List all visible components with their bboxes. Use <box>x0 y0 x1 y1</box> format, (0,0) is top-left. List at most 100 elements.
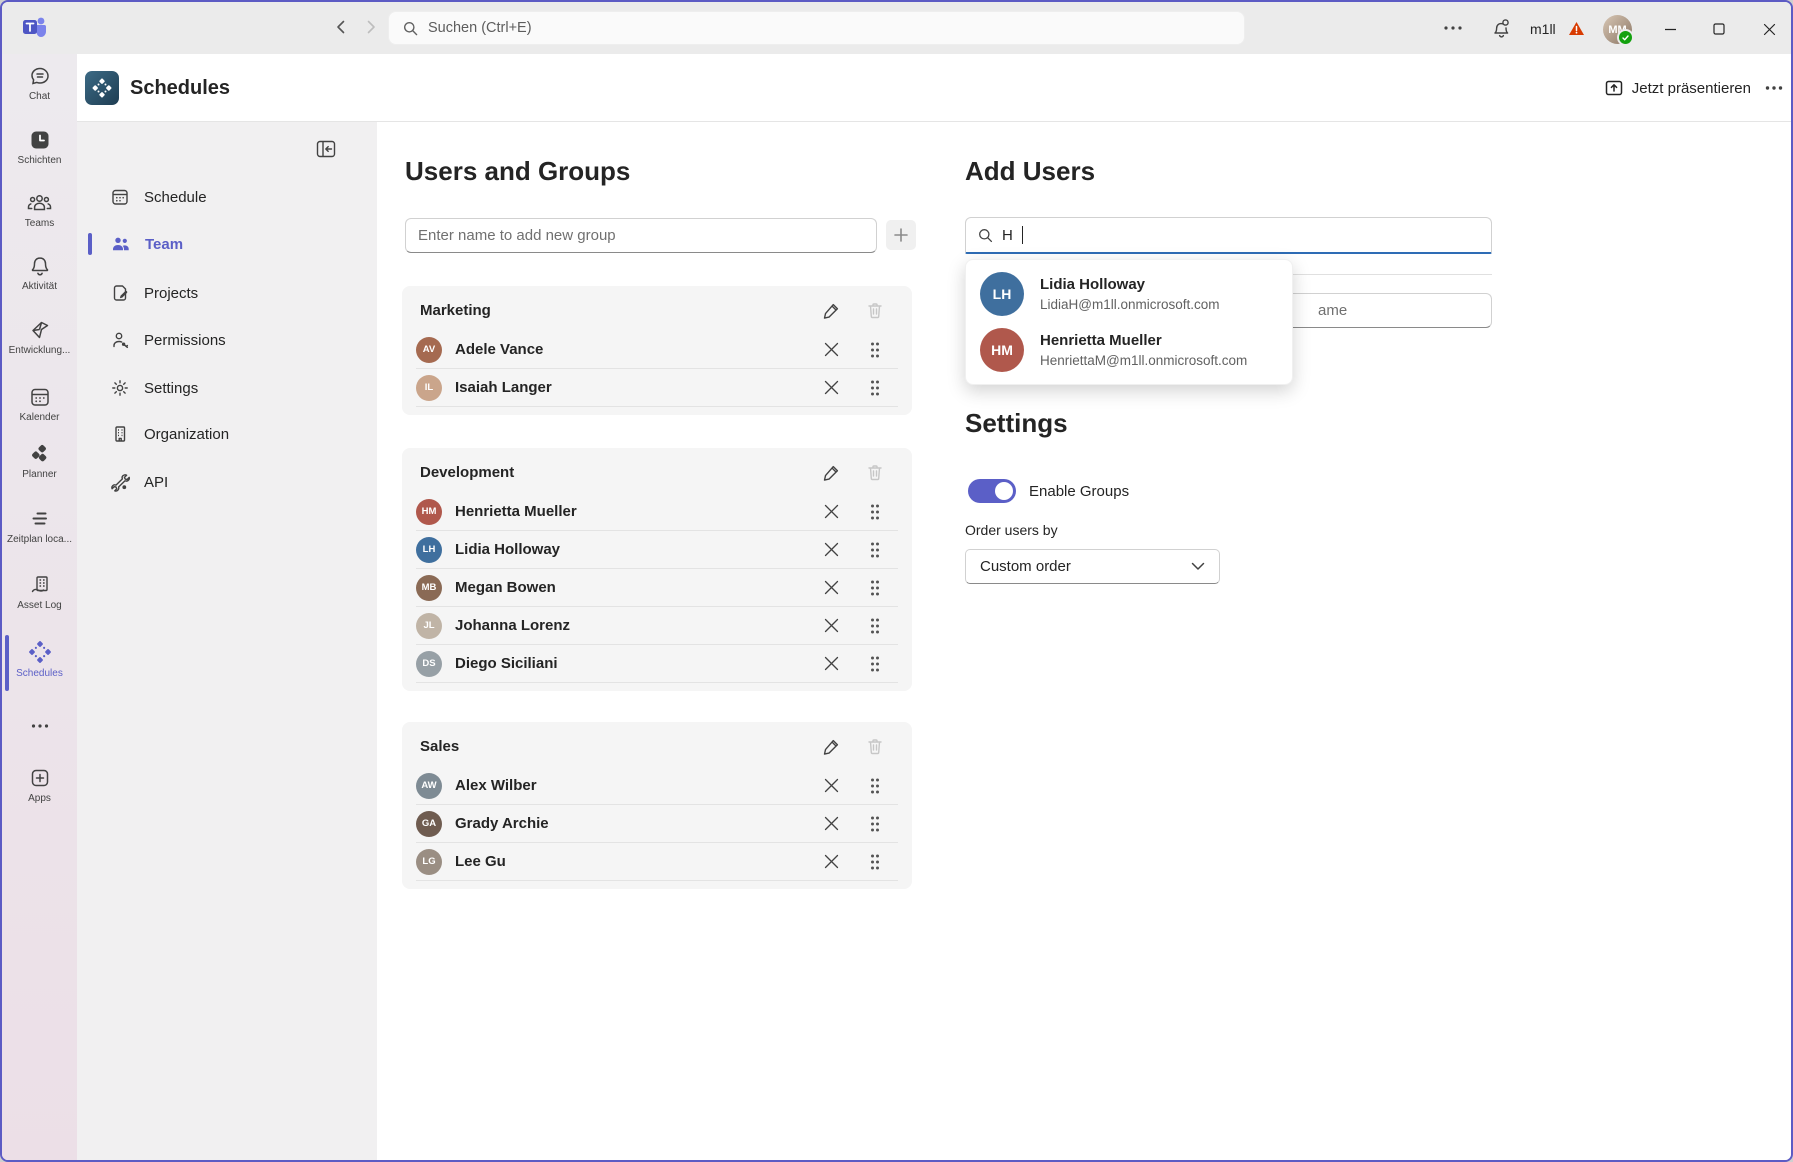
rail-item-schedules[interactable]: Schedules <box>2 639 77 679</box>
delete-group-icon[interactable] <box>864 300 886 322</box>
rail-item-chat[interactable]: Chat <box>2 64 77 102</box>
drag-handle-icon[interactable] <box>864 377 886 399</box>
remove-member-icon[interactable] <box>820 539 842 561</box>
member-row: LH Lidia Holloway <box>416 531 898 569</box>
order-users-select[interactable]: Custom order <box>965 549 1220 584</box>
org-badge[interactable]: m1ll <box>1530 21 1556 37</box>
forward-arrow-icon[interactable] <box>362 18 380 36</box>
chevron-down-icon <box>1191 562 1205 571</box>
page-title: Schedules <box>130 54 230 122</box>
gear-icon <box>110 378 130 398</box>
add-group-button[interactable] <box>886 220 916 250</box>
maximize-button[interactable] <box>1704 14 1734 44</box>
remove-member-icon[interactable] <box>820 813 842 835</box>
remove-member-icon[interactable] <box>820 851 842 873</box>
edit-group-icon[interactable] <box>820 300 842 322</box>
drag-handle-icon[interactable] <box>864 615 886 637</box>
member-row: LG Lee Gu <box>416 843 898 881</box>
sidebar-item-api[interactable]: API <box>77 462 377 502</box>
order-users-label: Order users by <box>965 522 1058 538</box>
edit-group-icon[interactable] <box>820 462 842 484</box>
sidebar-item-schedule[interactable]: Schedule <box>77 177 377 217</box>
drag-handle-icon[interactable] <box>864 339 886 361</box>
avatar: HM <box>416 499 442 525</box>
schedule-icon <box>110 187 130 207</box>
drag-handle-icon[interactable] <box>864 851 886 873</box>
delete-group-icon[interactable] <box>864 736 886 758</box>
calendar-icon <box>28 385 52 409</box>
drag-handle-icon[interactable] <box>864 501 886 523</box>
header-more-icon[interactable] <box>1765 54 1783 122</box>
remove-member-icon[interactable] <box>820 615 842 637</box>
user-suggestions-dropdown: LH Lidia Holloway LidiaH@m1ll.onmicrosof… <box>965 259 1293 385</box>
drag-handle-icon[interactable] <box>864 539 886 561</box>
sidebar-item-permissions[interactable]: Permissions <box>77 320 377 360</box>
rail-item-zeitplan[interactable]: Zeitplan loca... <box>2 507 77 545</box>
search-input[interactable]: Suchen (Ctrl+E) <box>388 11 1245 45</box>
users-groups-title: Users and Groups <box>405 156 630 187</box>
present-now-button[interactable]: Jetzt präsentieren <box>1604 54 1751 122</box>
schedules-icon <box>27 639 53 665</box>
sidebar-item-projects[interactable]: Projects <box>77 273 377 313</box>
rail-more-icon[interactable] <box>2 722 77 730</box>
rail-item-teams[interactable]: Teams <box>2 191 77 229</box>
search-query: H <box>1002 227 1013 244</box>
rail-item-schichten[interactable]: Schichten <box>2 128 77 166</box>
app-rail: Chat Schichten Teams Aktivität Entwicklu… <box>2 54 77 1160</box>
group-card-development: Development HM Henrietta Mueller LH Lidi… <box>402 448 912 691</box>
group-name: Development <box>420 464 820 481</box>
back-arrow-icon[interactable] <box>332 18 350 36</box>
enable-groups-toggle[interactable] <box>968 479 1016 503</box>
shifts-icon <box>28 128 52 152</box>
drag-handle-icon[interactable] <box>864 813 886 835</box>
drag-handle-icon[interactable] <box>864 577 886 599</box>
avatar: JL <box>416 613 442 639</box>
rail-item-asset-log[interactable]: Asset Log <box>2 573 77 611</box>
drag-handle-icon[interactable] <box>864 653 886 675</box>
rail-item-entwicklung[interactable]: Entwicklung... <box>2 318 77 356</box>
sidebar-item-team[interactable]: Team <box>77 224 377 264</box>
presence-available-icon <box>1617 29 1634 46</box>
permissions-icon <box>110 330 130 350</box>
avatar: HM <box>980 328 1024 372</box>
suggestion-item[interactable]: HM Henrietta Mueller HenriettaM@m1ll.onm… <box>966 322 1292 378</box>
delete-group-icon[interactable] <box>864 462 886 484</box>
add-user-search-input[interactable]: H <box>965 217 1492 254</box>
remove-member-icon[interactable] <box>820 339 842 361</box>
remove-member-icon[interactable] <box>820 653 842 675</box>
remove-member-icon[interactable] <box>820 775 842 797</box>
rail-item-aktivitaet[interactable]: Aktivität <box>2 254 77 292</box>
chat-icon <box>28 64 52 88</box>
close-button[interactable] <box>1754 14 1784 44</box>
search-icon <box>978 228 993 243</box>
suggestion-item[interactable]: LH Lidia Holloway LidiaH@m1ll.onmicrosof… <box>966 266 1292 322</box>
sidebar-item-organization[interactable]: Organization <box>77 414 377 454</box>
timeline-icon <box>28 507 52 531</box>
edit-group-icon[interactable] <box>820 736 842 758</box>
titlebar-more-icon[interactable] <box>1443 23 1463 33</box>
avatar: LG <box>416 849 442 875</box>
member-row: GA Grady Archie <box>416 805 898 843</box>
rail-item-apps[interactable]: Apps <box>2 766 77 804</box>
remove-member-icon[interactable] <box>820 377 842 399</box>
minimize-button[interactable] <box>1655 14 1685 44</box>
rail-item-kalender[interactable]: Kalender <box>2 385 77 423</box>
settings-title: Settings <box>965 408 1068 439</box>
avatar: AV <box>416 337 442 363</box>
teams-people-icon <box>27 191 52 215</box>
add-group-input[interactable] <box>405 218 877 253</box>
drag-handle-icon[interactable] <box>864 775 886 797</box>
avatar[interactable]: MM <box>1603 15 1632 44</box>
rail-item-planner[interactable]: Planner <box>2 442 77 480</box>
warning-icon[interactable] <box>1568 21 1585 36</box>
avatar: DS <box>416 651 442 677</box>
alert-bell-icon[interactable] <box>1490 17 1512 39</box>
remove-member-icon[interactable] <box>820 501 842 523</box>
member-row: MB Megan Bowen <box>416 569 898 607</box>
teams-logo-icon <box>20 13 48 41</box>
collapse-sidebar-icon[interactable] <box>314 138 338 160</box>
remove-member-icon[interactable] <box>820 577 842 599</box>
asset-log-icon <box>28 573 52 597</box>
sidebar-item-settings[interactable]: Settings <box>77 368 377 408</box>
share-screen-icon <box>1604 78 1624 98</box>
